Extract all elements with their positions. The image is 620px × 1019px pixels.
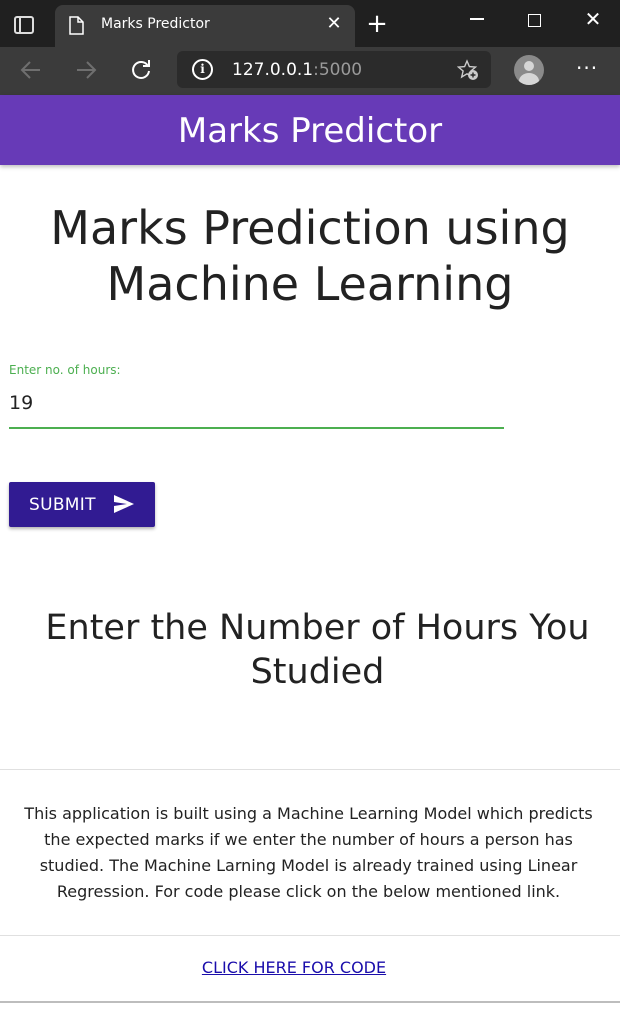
submit-button[interactable]: SUBMIT: [9, 482, 155, 527]
hours-input-underline: [9, 427, 504, 429]
window-close-icon[interactable]: ✕: [583, 9, 603, 29]
footer-border: [0, 1001, 620, 1003]
address-bar[interactable]: i 127.0.0.1:5000: [177, 51, 491, 88]
app-title: Marks Predictor: [177, 111, 443, 151]
send-icon: [114, 495, 134, 513]
add-favorite-icon[interactable]: [457, 59, 479, 81]
tab-close-icon[interactable]: ✕: [325, 15, 343, 33]
code-link[interactable]: CLICK HERE FOR CODE: [0, 958, 588, 977]
submit-button-label: SUBMIT: [29, 495, 96, 515]
forward-arrow-icon[interactable]: [73, 57, 99, 83]
hours-input[interactable]: [9, 388, 503, 418]
minimize-icon[interactable]: [470, 18, 484, 20]
refresh-icon[interactable]: [128, 57, 154, 83]
url-host: 127.0.0.1: [232, 60, 314, 80]
back-arrow-icon[interactable]: [18, 57, 44, 83]
result-heading: Enter the Number of Hours You Studied: [45, 608, 590, 692]
tab-title: Marks Predictor: [101, 16, 210, 32]
divider: [0, 935, 620, 936]
url-port: :5000: [313, 60, 363, 80]
app-description: This application is built using a Machin…: [24, 804, 593, 901]
more-options-icon[interactable]: ···: [576, 57, 598, 79]
profile-avatar[interactable]: [514, 55, 544, 85]
new-tab-icon[interactable]: +: [364, 11, 390, 37]
maximize-icon[interactable]: [528, 14, 541, 27]
tab-actions-icon[interactable]: [14, 16, 34, 34]
browser-tab[interactable]: Marks Predictor ✕: [55, 5, 355, 47]
browser-toolbar: i 127.0.0.1:5000 ···: [0, 47, 620, 95]
hours-field-label: Enter no. of hours:: [9, 363, 121, 377]
divider: [0, 769, 620, 770]
page-icon: [69, 16, 84, 35]
site-info-icon[interactable]: i: [192, 59, 213, 80]
browser-tab-bar: Marks Predictor ✕ + ✕: [0, 0, 620, 47]
url-text: 127.0.0.1:5000: [232, 60, 362, 80]
page-heading: Marks Prediction using Machine Learning: [50, 201, 570, 311]
app-header: Marks Predictor: [0, 95, 620, 165]
